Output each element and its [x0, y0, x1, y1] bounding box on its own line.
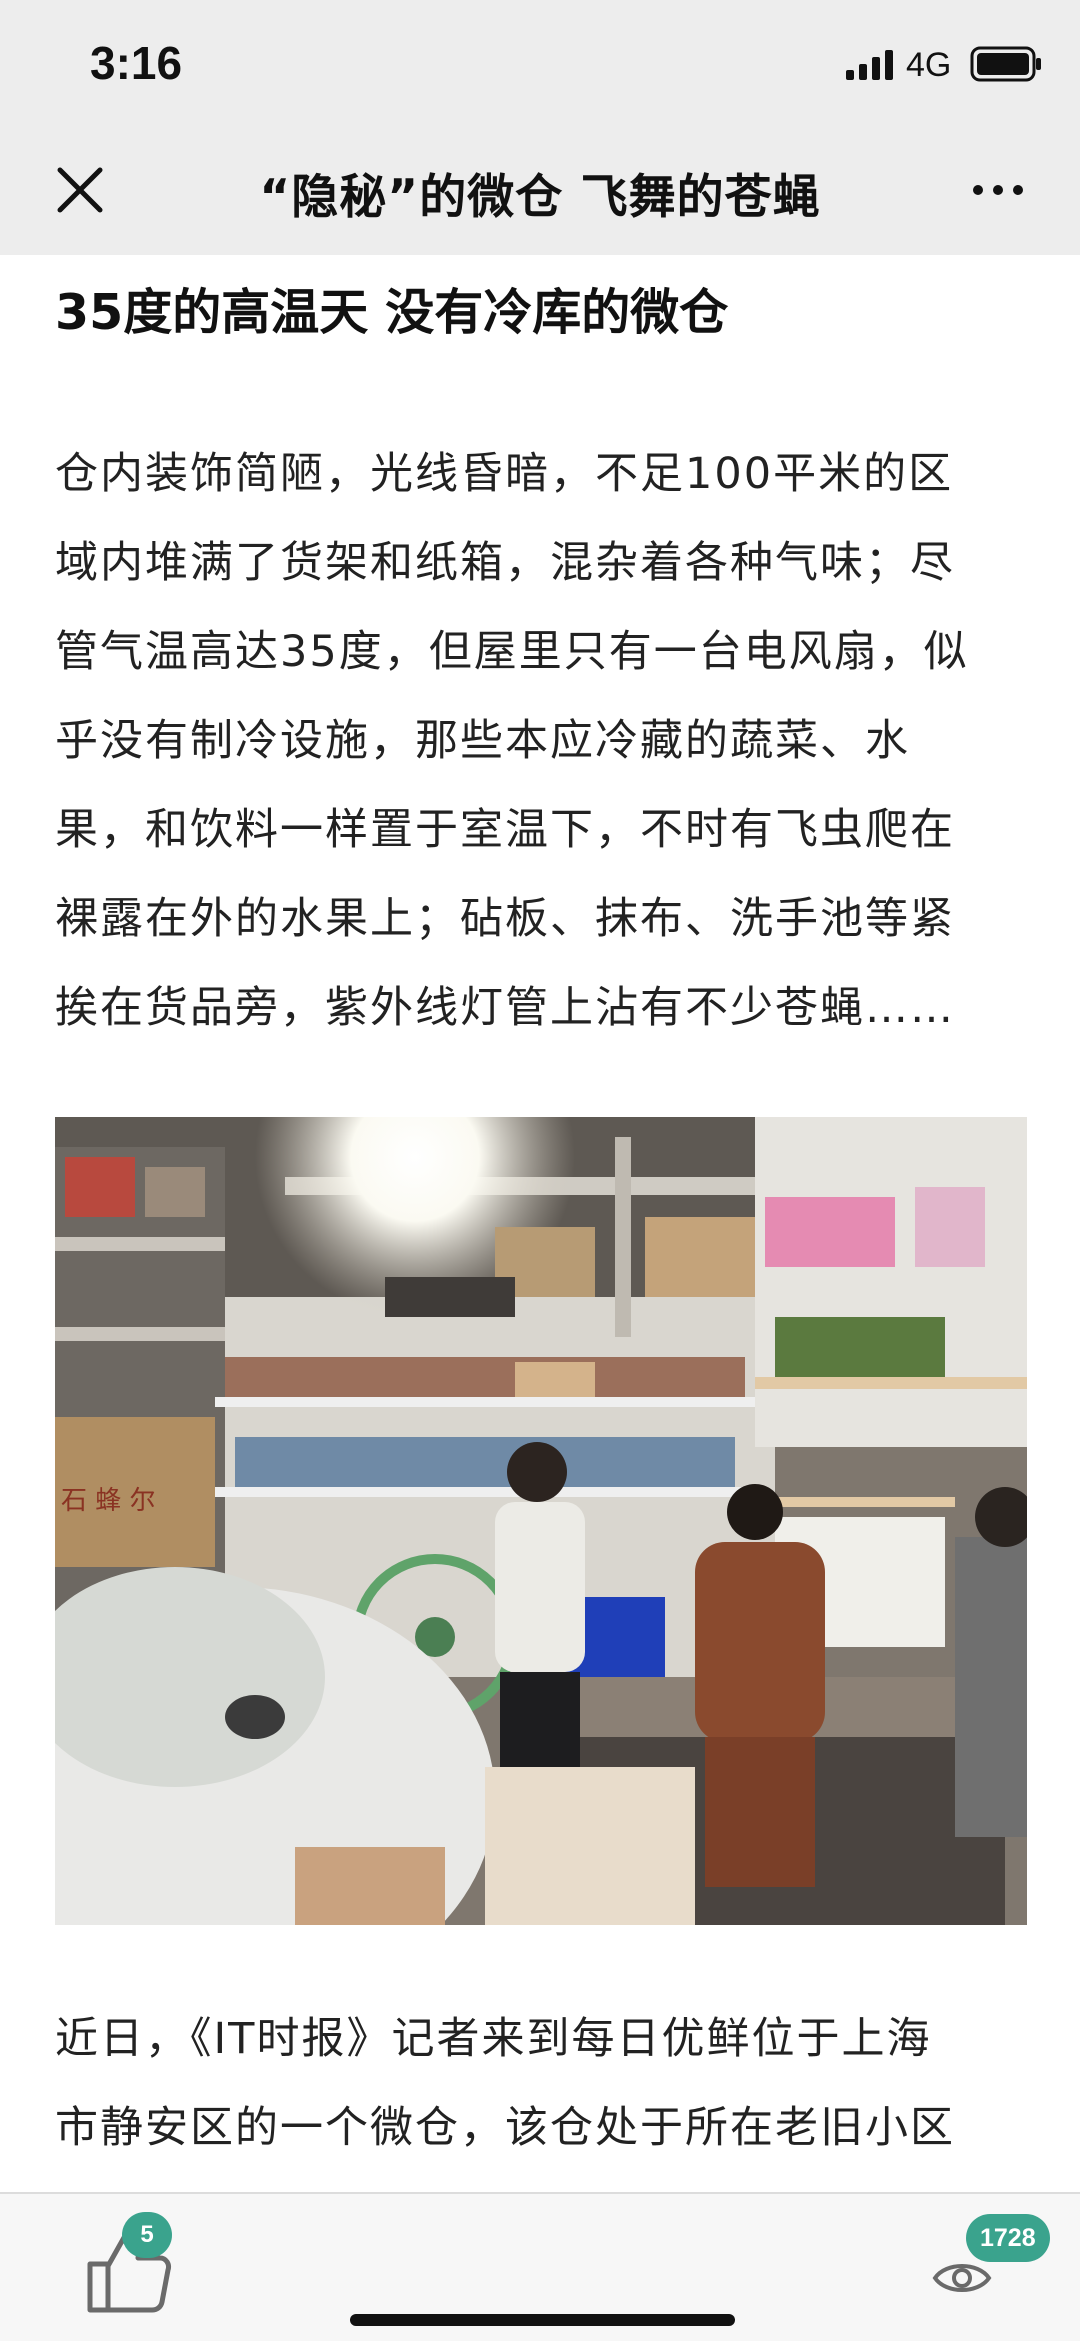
- nav-bar: “隐秘”的微仓 飞舞的苍蝇: [0, 130, 1080, 255]
- status-bar: 3:16 4G: [0, 0, 1080, 130]
- article-paragraph: 近日，《IT时报》记者来到每日优鲜位于上海 市静安区的一个微仓，该仓处于所在老旧…: [55, 1995, 1030, 2173]
- status-time: 3:16: [90, 37, 183, 89]
- paragraph-line: 管气温高达35度，但屋里只有一台电风扇，似: [55, 627, 969, 677]
- more-options-icon[interactable]: [968, 170, 1028, 210]
- network-type-label: 4G: [906, 46, 952, 84]
- box-label-text: 石 蜂 尔: [61, 1486, 156, 1516]
- paragraph-line: 域内堆满了货架和纸箱，混杂着各种气味；尽: [55, 538, 955, 588]
- article-paragraph: 仓内装饰简陋，光线昏暗，不足100平米的区 域内堆满了货架和纸箱，混杂着各种气味…: [55, 430, 1030, 1053]
- paragraph-line: 仓内装饰简陋，光线昏暗，不足100平米的区: [55, 449, 954, 499]
- like-count-badge: 5: [122, 2212, 172, 2258]
- view-count-badge: 1728: [966, 2214, 1050, 2262]
- paragraph-line: 果，和饮料一样置于室温下，不时有飞虫爬在: [55, 805, 955, 855]
- paragraph-line: 近日，《IT时报》记者来到每日优鲜位于上海: [55, 2014, 932, 2064]
- page-title: “隐秘”的微仓 飞舞的苍蝇: [259, 170, 821, 225]
- close-icon[interactable]: [50, 160, 110, 220]
- warehouse-photo-illustration: 石 蜂 尔: [55, 1117, 1027, 1925]
- paragraph-line: 市静安区的一个微仓，该仓处于所在老旧小区: [55, 2103, 955, 2153]
- paragraph-line: 挨在货品旁，紫外线灯管上沾有不少苍蝇……: [55, 983, 955, 1033]
- cellular-signal-icon: [846, 50, 893, 80]
- paragraph-line: 裸露在外的水果上；砧板、抹布、洗手池等紧: [55, 894, 955, 944]
- eye-icon: [932, 2264, 992, 2292]
- paragraph-line: 乎没有制冷设施，那些本应冷藏的蔬菜、水: [55, 716, 910, 766]
- section-heading: 35度的高温天 没有冷库的微仓: [55, 284, 729, 341]
- home-indicator[interactable]: [350, 2314, 735, 2326]
- battery-icon: [970, 46, 1041, 82]
- top-bar: 3:16 4G “隐秘”的微仓 飞舞的苍蝇: [0, 0, 1080, 255]
- article-photo[interactable]: 石 蜂 尔: [55, 1117, 1027, 1925]
